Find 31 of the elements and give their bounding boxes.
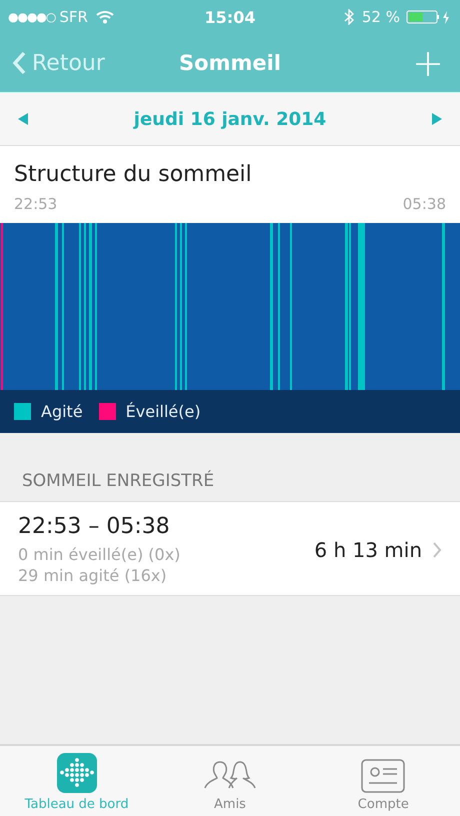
chevron-icon — [12, 51, 26, 75]
start-time: 22:53 — [14, 195, 58, 213]
next-arrow-icon[interactable] — [432, 113, 442, 125]
tab-item[interactable]: Tableau de bord — [0, 746, 154, 816]
date-text: jeudi 16 janv. 2014 — [134, 108, 326, 130]
battery-text: 52 % — [362, 8, 400, 26]
signal-text: ●●●●○ — [8, 10, 56, 24]
wifi-icon — [96, 10, 114, 24]
time-range: 22:53 – 05:38 — [18, 514, 171, 539]
restless-summary: 29 min agité (16x) — [18, 566, 168, 585]
tab-item[interactable]: Compte — [306, 746, 460, 816]
screen-title: Sommeil — [179, 51, 281, 75]
back-button[interactable]: Retour — [12, 50, 105, 76]
id-card-icon — [361, 759, 406, 793]
legend-label: Éveillé(e) — [126, 402, 201, 421]
end-time: 05:38 — [402, 195, 446, 213]
add-button[interactable]: + — [408, 44, 448, 82]
clock-text: 15:04 — [204, 8, 256, 26]
section-header: SOMMEIL ENREGISTRÉ — [22, 471, 214, 491]
legend-label: Agité — [41, 402, 83, 421]
bluetooth-icon — [344, 9, 354, 25]
battery-icon — [406, 9, 452, 25]
chevron-icon — [432, 542, 442, 558]
awake-summary: 0 min éveillé(e) (0x) — [18, 545, 182, 564]
dots-icon — [56, 753, 97, 793]
duration-text: 6 h 13 min — [314, 538, 422, 562]
card-title: Structure du sommeil — [14, 162, 253, 187]
previous-arrow-icon[interactable] — [18, 113, 28, 125]
carrier-text: SFR — [59, 8, 88, 26]
tab-item[interactable]: Amis — [153, 746, 307, 816]
sleep-record-row[interactable]: 22:53 – 05:38 0 min éveillé(e) (0x) 29 min agité (16x) 6 h 13 min — [0, 501, 460, 596]
